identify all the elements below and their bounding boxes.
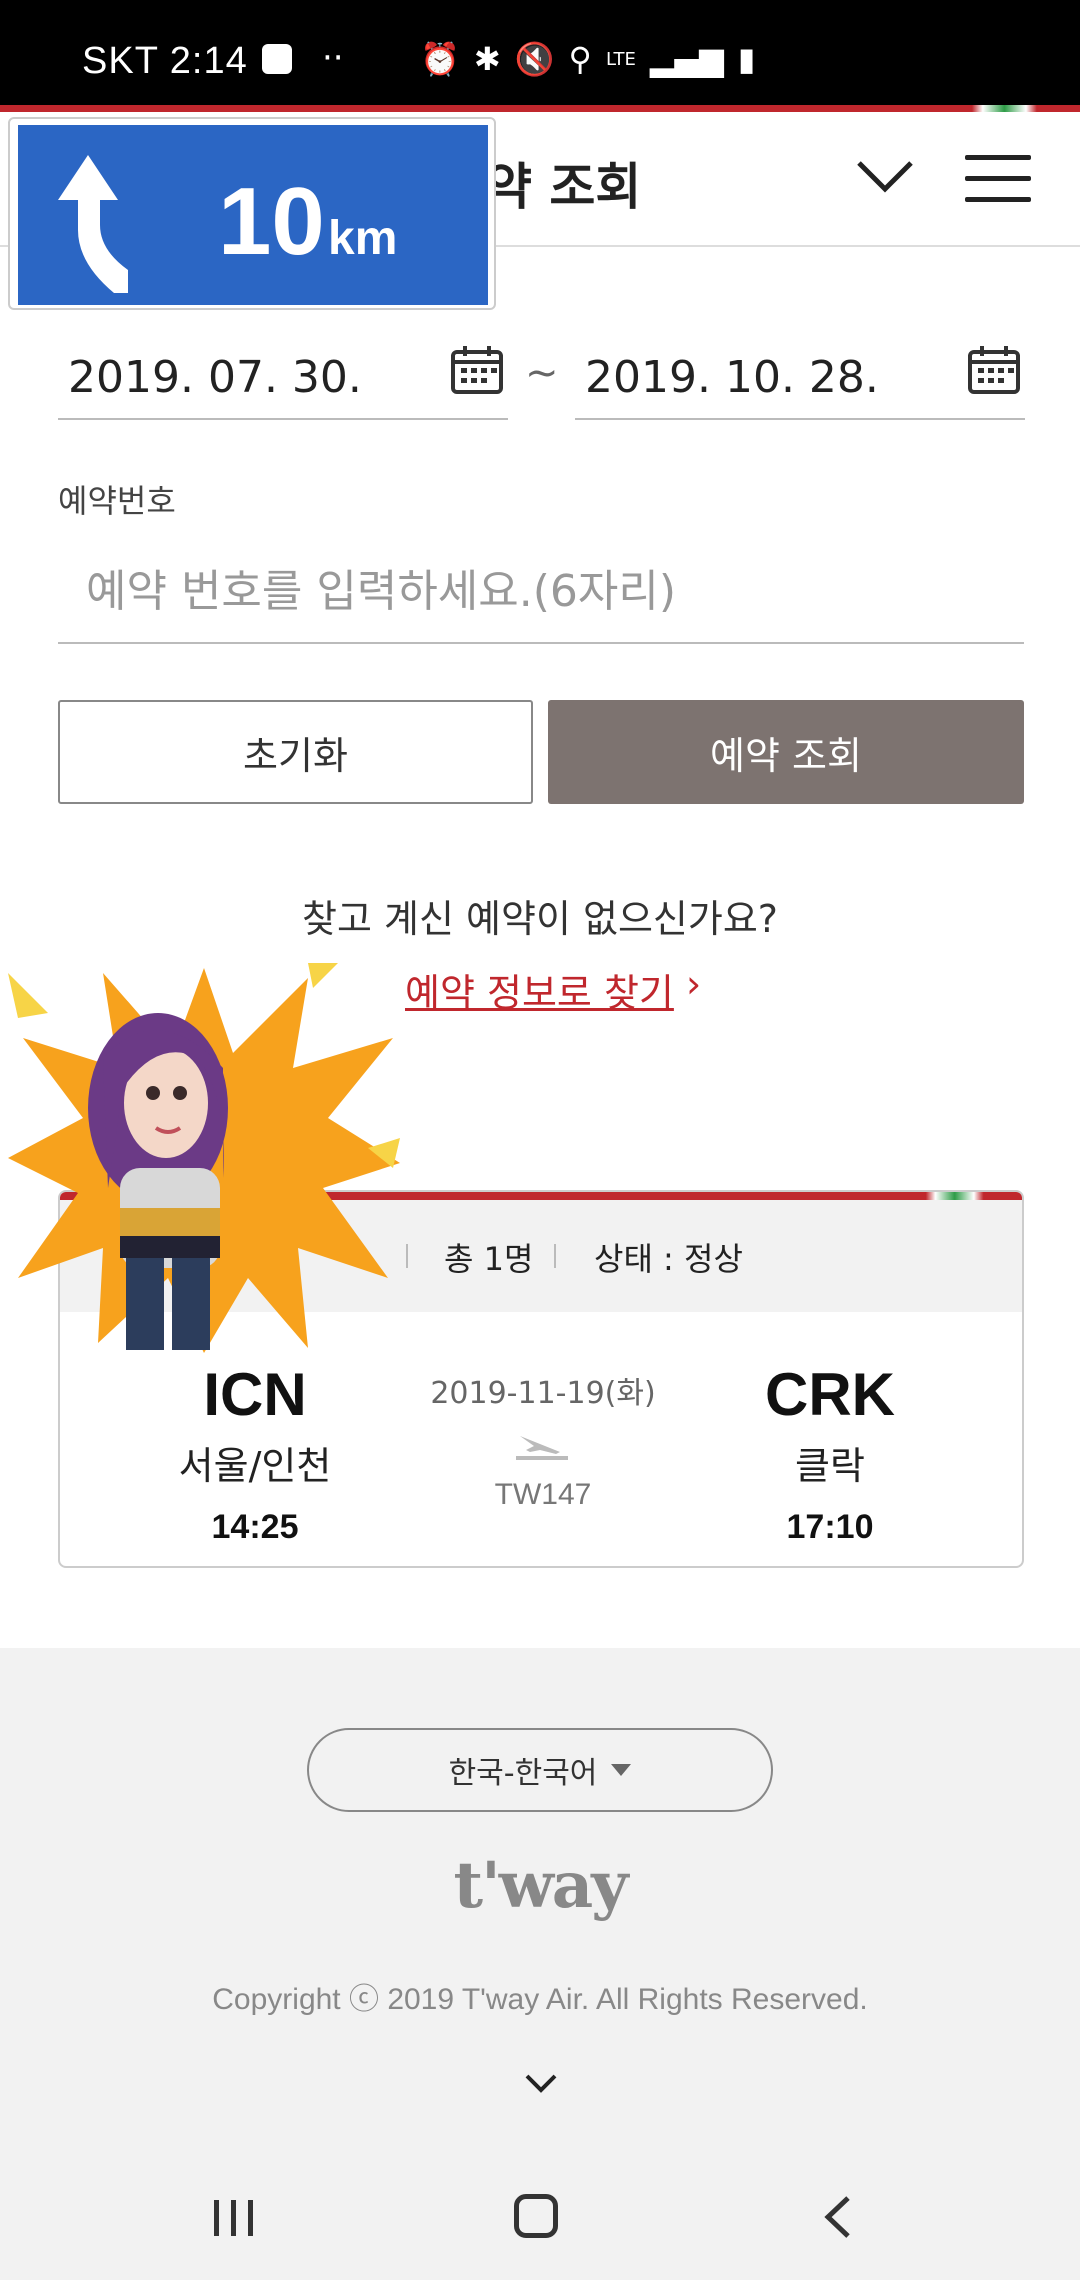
start-date: 2019. 07. 30. (68, 352, 362, 403)
menu-icon[interactable] (965, 155, 1031, 203)
link-arrow-icon: › (686, 962, 702, 1006)
end-date-field[interactable]: 2019. 10. 28. (575, 330, 1025, 420)
search-button[interactable]: 예약 조회 (548, 700, 1024, 804)
carrier-time: SKT 2:14 (82, 40, 248, 82)
reservation-status: 상태 : 정상 (594, 1240, 743, 1278)
divider (406, 1244, 408, 1268)
reset-button[interactable]: 초기화 (58, 700, 533, 804)
notification-icon (262, 44, 292, 74)
navigation-panel: 10 km (18, 125, 488, 305)
divider (554, 1244, 556, 1268)
navigation-overlay[interactable]: 10 km (8, 117, 496, 310)
reservation-number-input[interactable] (58, 540, 1024, 642)
reservation-number-label: 예약번호 (58, 482, 176, 520)
signal-icon: ▂▄▆ (649, 40, 724, 78)
copyright: Copyright ⓒ 2019 T'way Air. All Rights R… (212, 1983, 868, 2016)
chevron-down-icon[interactable] (524, 2072, 558, 2094)
caret-down-icon (611, 1764, 632, 1776)
airplane-icon (516, 1436, 568, 1460)
brand-stripe (0, 105, 1080, 112)
system-nav-bar (0, 2128, 1080, 2280)
alarm-icon: ⏰ (420, 40, 460, 78)
tway-logo: t'way (453, 1848, 629, 1923)
calendar-icon[interactable] (450, 344, 504, 396)
status-icons: ⏰ ✱ 🔇 ⚲ LTE ▂▄▆ ▮ (420, 40, 755, 78)
start-date-field[interactable]: 2019. 07. 30. (58, 330, 508, 420)
flight-number: TW147 (494, 1478, 592, 1511)
arrival-code: CRK (765, 1361, 895, 1428)
find-by-info-link[interactable]: 예약 정보로 찾기 (405, 962, 674, 1017)
passenger-count: 총 1명 (444, 1240, 534, 1278)
reservation-number-field (58, 540, 1024, 644)
home-icon[interactable] (514, 2194, 558, 2238)
end-date: 2019. 10. 28. (585, 352, 879, 403)
bluetooth-icon: ✱ (473, 40, 501, 78)
recent-apps-icon[interactable] (212, 2198, 256, 2238)
chevron-down-icon[interactable] (855, 157, 915, 197)
turn-arrow-icon (58, 155, 128, 293)
nav-unit: km (328, 212, 398, 265)
arrival-time: 17:10 (786, 1508, 874, 1546)
flight-date: 2019-11-19(화) (430, 1376, 656, 1411)
language-select[interactable]: 한국-한국어 (307, 1728, 773, 1812)
back-icon[interactable] (822, 2194, 852, 2240)
location-icon: ⚲ (568, 40, 592, 78)
nav-distance: 10 (218, 168, 325, 275)
no-reservation-notice: 찾고 계신 예약이 없으신가요? (302, 897, 778, 941)
avatar-sticker[interactable] (8, 958, 400, 1353)
date-range-separator: ~ (525, 350, 559, 396)
lte-icon: LTE (605, 48, 636, 70)
language-label: 한국-한국어 (448, 1756, 598, 1791)
footer: 한국-한국어 t'way Copyright ⓒ 2019 T'way Air.… (0, 1648, 1080, 2128)
status-bar: SKT 2:14 ·· ⏰ ✱ 🔇 ⚲ LTE ▂▄▆ ▮ (0, 0, 1080, 105)
departure-time: 14:25 (211, 1508, 299, 1546)
arrival-info: CRK 클락 17:10 (680, 1360, 980, 1547)
battery-icon: ▮ (737, 40, 756, 78)
arrival-city: 클락 (795, 1444, 865, 1488)
calendar-icon[interactable] (967, 344, 1021, 396)
more-notifications-icon: ·· (322, 38, 344, 78)
mute-icon: 🔇 (514, 40, 555, 78)
